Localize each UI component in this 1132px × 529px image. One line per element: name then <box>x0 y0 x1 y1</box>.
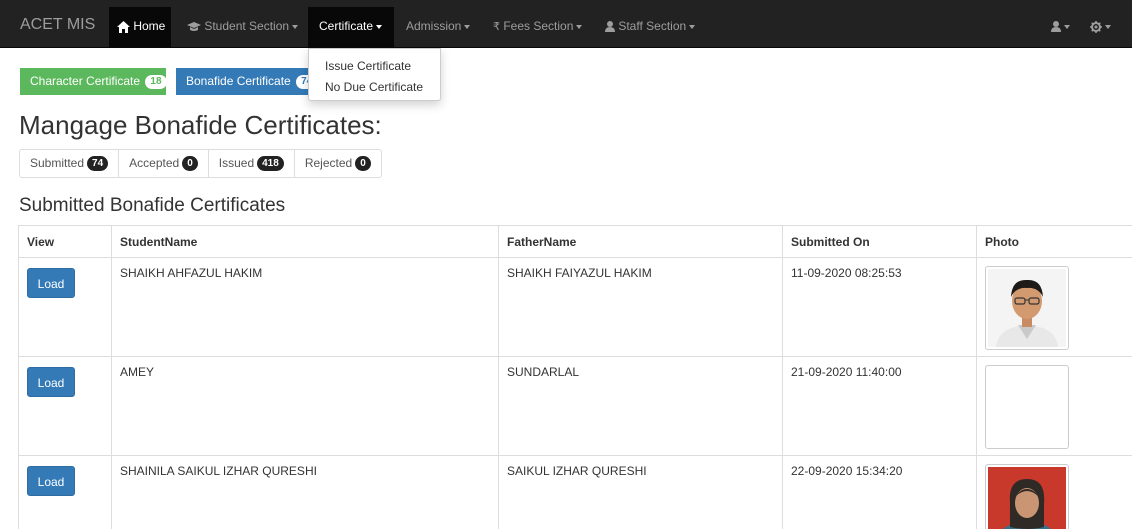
menu-item-issue-certificate[interactable]: Issue Certificate <box>325 59 411 73</box>
chevron-down-icon <box>464 24 471 29</box>
nav-student-section[interactable]: Student Section <box>187 7 299 47</box>
photo-cell <box>976 257 1132 357</box>
column-header-student-name: StudentName <box>111 225 499 258</box>
chevron-down-icon <box>1105 24 1111 29</box>
nav-settings-menu[interactable] <box>1090 7 1111 47</box>
character-certificate-button[interactable]: Character Certificate 18 <box>20 68 167 95</box>
tab-submitted-count: 74 <box>87 156 109 172</box>
submitted-on-cell: 22-09-2020 15:34:20 <box>782 455 977 529</box>
photo-cell <box>976 356 1132 456</box>
nav-home-label: Home <box>133 19 166 33</box>
column-header-view: View <box>18 225 112 258</box>
photo-cell <box>976 455 1132 529</box>
tab-accepted-count: 0 <box>182 156 198 172</box>
tab-submitted[interactable]: Submitted 74 <box>20 150 120 177</box>
view-cell: Load <box>18 356 112 456</box>
table-header-row: View StudentName FatherName Submitted On… <box>18 225 1132 258</box>
nav-fees-section-label: Fees Section <box>503 19 574 33</box>
nav-fees-section[interactable]: ₹ Fees Section <box>493 7 583 47</box>
load-button[interactable]: Load <box>27 466 75 496</box>
load-button[interactable]: Load <box>27 367 75 397</box>
certificate-dropdown-menu: Issue Certificate No Due Certificate <box>308 48 441 101</box>
tab-issued-count: 418 <box>257 156 284 172</box>
student-photo-empty[interactable] <box>985 365 1069 449</box>
nav-certificate-label: Certificate <box>319 19 374 33</box>
character-certificate-count: 18 <box>145 74 167 89</box>
nav-admission[interactable]: Admission <box>406 7 471 47</box>
nav-home[interactable]: Home <box>109 7 171 47</box>
male-portrait-image <box>988 269 1066 347</box>
father-name-cell: SAIKUL IZHAR QURESHI <box>498 455 783 529</box>
column-header-photo: Photo <box>976 225 1132 258</box>
tab-issued[interactable]: Issued 418 <box>209 150 295 177</box>
graduation-cap-icon <box>187 21 201 31</box>
table-row: Load SHAINILA SAIKUL IZHAR QURESHI SAIKU… <box>18 455 1132 529</box>
certificates-table: View StudentName FatherName Submitted On… <box>18 225 1132 529</box>
bonafide-certificate-label: Bonafide Certificate <box>186 74 291 88</box>
tab-accepted-label: Accepted <box>129 156 180 170</box>
nav-user-menu[interactable] <box>1051 7 1070 47</box>
nav-staff-section[interactable]: Staff Section <box>605 7 696 47</box>
chevron-down-icon <box>376 24 383 29</box>
column-header-submitted-on: Submitted On <box>782 225 977 258</box>
brand-logo[interactable]: ACET MIS <box>20 0 95 48</box>
tab-issued-label: Issued <box>218 156 255 170</box>
father-name-cell: SHAIKH FAIYAZUL HAKIM <box>498 257 783 357</box>
student-photo[interactable] <box>985 266 1069 350</box>
female-portrait-image <box>988 467 1066 529</box>
rupee-icon: ₹ <box>493 20 500 33</box>
nav-staff-section-label: Staff Section <box>618 19 687 33</box>
top-navbar: ACET MIS Home Student Section Certificat… <box>0 0 1132 48</box>
submitted-on-cell: 11-09-2020 08:25:53 <box>782 257 977 357</box>
status-tabs: Submitted 74 Accepted 0 Issued 418 Rejected… <box>19 149 382 178</box>
student-photo[interactable] <box>985 464 1069 529</box>
view-cell: Load <box>18 257 112 357</box>
user-icon <box>605 21 615 33</box>
chevron-down-icon <box>1064 24 1070 29</box>
tab-rejected[interactable]: Rejected 0 <box>295 150 381 177</box>
submitted-on-cell: 21-09-2020 11:40:00 <box>782 356 977 456</box>
section-title: Submitted Bonafide Certificates <box>19 195 286 216</box>
student-name-cell: AMEY <box>111 356 499 456</box>
nav-admission-label: Admission <box>406 19 462 33</box>
menu-item-no-due-certificate[interactable]: No Due Certificate <box>325 80 423 94</box>
user-icon <box>1051 21 1061 33</box>
cog-icon <box>1090 20 1102 33</box>
load-button[interactable]: Load <box>27 268 75 298</box>
home-icon <box>117 20 130 33</box>
table-row: Load SHAIKH AHFAZUL HAKIM SHAIKH FAIYAZU… <box>18 257 1132 357</box>
page-title: Mangage Bonafide Certificates: <box>19 110 382 140</box>
view-cell: Load <box>18 455 112 529</box>
tab-rejected-label: Rejected <box>304 156 353 170</box>
chevron-down-icon <box>292 24 299 29</box>
nav-certificate[interactable]: Certificate <box>308 7 394 47</box>
tab-rejected-count: 0 <box>355 156 371 172</box>
nav-student-section-label: Student Section <box>204 19 290 33</box>
chevron-down-icon <box>689 24 696 29</box>
bonafide-certificate-button[interactable]: Bonafide Certificate 74 <box>176 68 316 95</box>
student-name-cell: SHAINILA SAIKUL IZHAR QURESHI <box>111 455 499 529</box>
student-name-cell: SHAIKH AHFAZUL HAKIM <box>111 257 499 357</box>
column-header-father-name: FatherName <box>498 225 783 258</box>
chevron-down-icon <box>576 24 583 29</box>
tab-accepted[interactable]: Accepted 0 <box>119 150 209 177</box>
father-name-cell: SUNDARLAL <box>498 356 783 456</box>
character-certificate-label: Character Certificate <box>30 74 141 88</box>
table-row: Load AMEY SUNDARLAL 21-09-2020 11:40:00 <box>18 356 1132 456</box>
tab-submitted-label: Submitted <box>30 156 85 170</box>
